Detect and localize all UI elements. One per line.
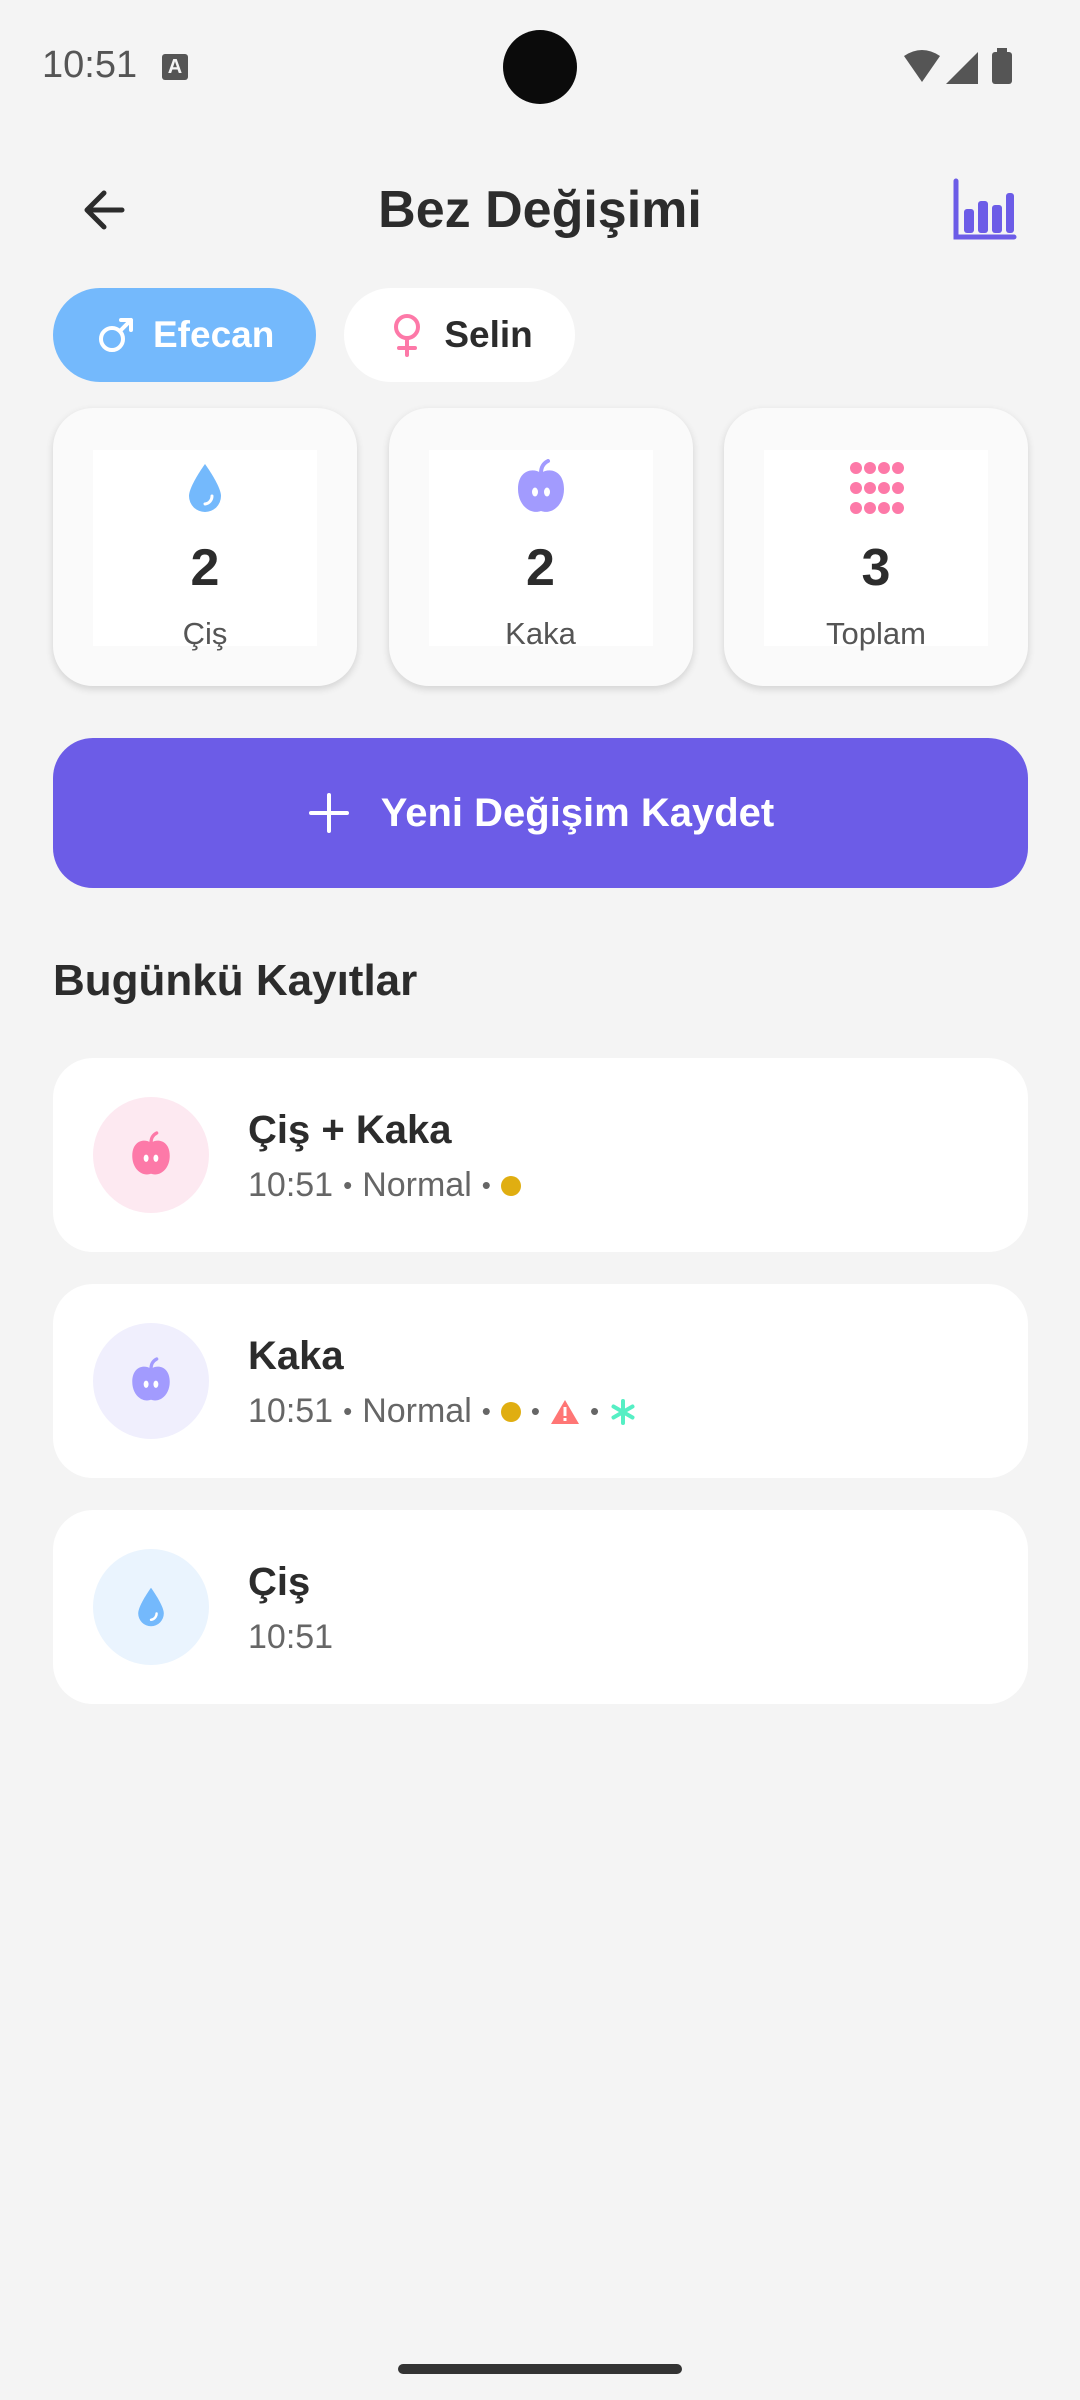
poop-icon xyxy=(132,1131,170,1175)
record-time: 10:51 xyxy=(248,1166,334,1204)
signal-icon xyxy=(946,52,978,84)
record-item[interactable]: Çiş + Kaka 10:51 • Normal • xyxy=(53,1058,1028,1252)
record-avatar xyxy=(93,1549,209,1665)
stat-value: 3 xyxy=(861,539,891,597)
page-title: Bez Değişimi xyxy=(378,181,702,239)
yellow-dot-icon xyxy=(500,1401,521,1422)
stat-value: 2 xyxy=(526,539,555,597)
record-consistency: Normal xyxy=(362,1166,472,1204)
male-icon xyxy=(99,318,133,352)
record-title: Çiş + Kaka xyxy=(248,1108,452,1152)
stat-label: Toplam xyxy=(826,616,926,651)
droplet-icon xyxy=(138,1587,164,1627)
record-avatar xyxy=(93,1097,209,1213)
today-records-list: Çiş + Kaka 10:51 • Normal • Kaka 10:51 •… xyxy=(53,1058,1028,1736)
asterisk-icon xyxy=(611,1398,635,1425)
summary-stats: 2 Çiş 2 Kaka 3 Toplam xyxy=(53,408,1028,686)
poop-icon xyxy=(132,1357,170,1401)
statistics-button[interactable] xyxy=(950,175,1020,245)
status-icons xyxy=(904,48,1012,84)
new-change-label: Yeni Değişim Kaydet xyxy=(380,790,775,835)
record-time: 10:51 xyxy=(248,1618,334,1656)
record-meta: 10:51 • Normal • xyxy=(248,1166,521,1205)
female-icon xyxy=(394,314,421,357)
warning-icon xyxy=(551,1399,579,1424)
record-item[interactable]: Çiş 10:51 xyxy=(53,1510,1028,1704)
bar-chart-icon xyxy=(953,178,1017,240)
poop-icon xyxy=(517,459,564,512)
top-app-bar: Bez Değişimi xyxy=(0,150,1080,270)
wifi-icon xyxy=(904,50,940,82)
child-chip-efecan[interactable]: Efecan xyxy=(53,288,317,382)
camera-cutout xyxy=(503,30,577,104)
stat-label: Çiş xyxy=(182,616,228,651)
stat-value: 2 xyxy=(190,539,220,597)
stat-card-poop: 2 Kaka xyxy=(388,408,693,686)
record-title: Çiş xyxy=(248,1560,311,1604)
record-meta: 10:51 xyxy=(248,1618,333,1657)
status-time: 10:51 xyxy=(42,44,138,86)
notification-a-icon: A xyxy=(162,54,188,80)
record-meta: 10:51 • Normal • • • xyxy=(248,1392,637,1431)
record-title: Kaka xyxy=(248,1334,344,1378)
status-bar: 10:51 A xyxy=(0,0,1080,130)
child-name: Efecan xyxy=(153,314,275,355)
stat-card-pee: 2 Çiş xyxy=(53,408,357,686)
new-change-button[interactable]: Yeni Değişim Kaydet xyxy=(53,738,1028,888)
record-consistency: Normal xyxy=(362,1392,472,1430)
yellow-dot-icon xyxy=(500,1175,521,1196)
battery-icon xyxy=(992,48,1012,84)
record-avatar xyxy=(93,1323,209,1439)
child-name: Selin xyxy=(444,314,533,355)
droplet-icon xyxy=(189,464,221,512)
stat-label: Kaka xyxy=(505,616,576,651)
child-selector: Efecan Selin xyxy=(53,288,575,382)
section-title: Bugünkü Kayıtlar xyxy=(53,956,418,1005)
home-indicator[interactable] xyxy=(398,2364,682,2374)
record-time: 10:51 xyxy=(248,1392,334,1430)
grid-icon xyxy=(850,462,904,514)
plus-icon xyxy=(308,793,349,833)
stat-card-total: 3 Toplam xyxy=(724,408,1028,686)
record-item[interactable]: Kaka 10:51 • Normal • • • xyxy=(53,1284,1028,1478)
child-chip-selin[interactable]: Selin xyxy=(344,288,575,382)
